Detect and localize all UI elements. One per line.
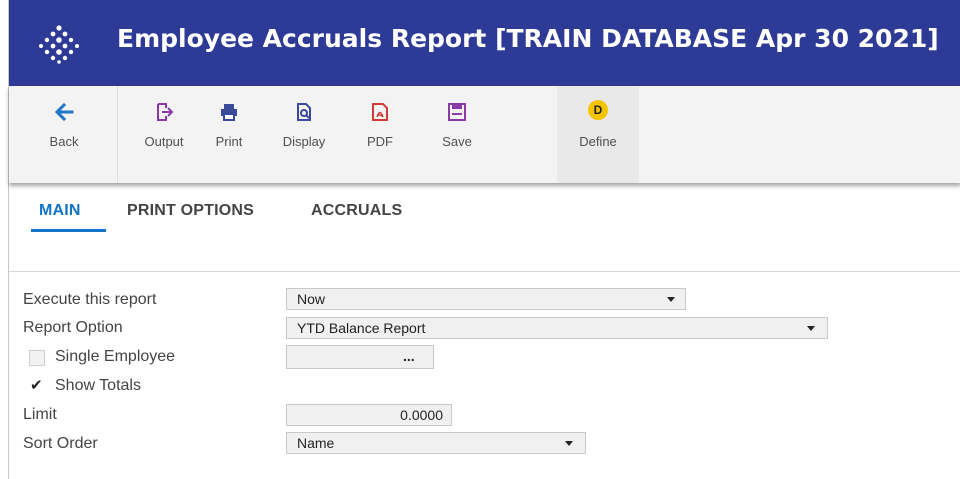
arrow-left-icon [54,102,74,122]
chevron-down-icon [565,441,573,446]
single-employee-field[interactable]: ... [286,345,434,369]
single-employee-checkbox[interactable] [29,350,45,366]
dotted-diamond-logo-icon [39,25,79,64]
sort-order-select[interactable]: Name [286,432,586,454]
print-button[interactable]: Print [198,86,260,183]
display-button[interactable]: Display [273,86,335,183]
page-title: Employee Accruals Report [TRAIN DATABASE… [117,24,939,53]
execute-select[interactable]: Now [286,288,686,310]
report-option-value: YTD Balance Report [297,320,426,336]
tab-print-options[interactable]: PRINT OPTIONS [127,202,254,220]
active-tab-indicator [31,229,106,232]
back-label: Back [49,134,79,149]
report-window: Employee Accruals Report [TRAIN DATABASE… [8,0,960,479]
pdf-icon [372,103,388,121]
save-label: Save [442,134,472,149]
tab-main[interactable]: MAIN [39,202,81,220]
execute-value: Now [297,291,326,307]
sort-order-label: Sort Order [23,435,98,452]
execute-label: Execute this report [23,291,157,308]
employee-lookup-button[interactable]: ... [403,346,415,366]
define-label: Define [579,134,617,149]
output-label: Output [144,134,184,149]
back-button[interactable]: Back [33,86,95,183]
define-badge-icon: D [588,100,608,120]
output-icon [157,103,174,121]
toolbar-divider [117,86,118,183]
chevron-down-icon [667,297,675,302]
define-button[interactable]: D Define [557,86,639,183]
limit-label: Limit [23,406,57,423]
title-bar: Employee Accruals Report [TRAIN DATABASE… [9,0,960,86]
section-divider [9,271,960,272]
report-option-label: Report Option [23,319,123,336]
pdf-label: PDF [367,134,393,149]
sort-order-value: Name [297,435,335,451]
preview-icon [297,103,311,121]
single-employee-label: Single Employee [55,348,176,365]
display-label: Display [282,134,326,149]
pdf-button[interactable]: PDF [349,86,411,183]
toolbar: Back Output Print Display PDF Save D Def… [9,86,960,183]
show-totals-checkbox[interactable]: ✔ [29,378,45,394]
printer-icon [221,104,237,121]
show-totals-label: Show Totals [55,377,141,394]
chevron-down-icon [807,326,815,331]
save-icon [448,103,466,121]
limit-input[interactable]: 0.0000 [286,404,452,426]
report-option-select[interactable]: YTD Balance Report [286,317,828,339]
save-button[interactable]: Save [426,86,488,183]
output-button[interactable]: Output [133,86,195,183]
tab-accruals[interactable]: ACCRUALS [311,202,402,220]
check-icon: ✔ [30,377,43,394]
print-label: Print [215,134,243,149]
